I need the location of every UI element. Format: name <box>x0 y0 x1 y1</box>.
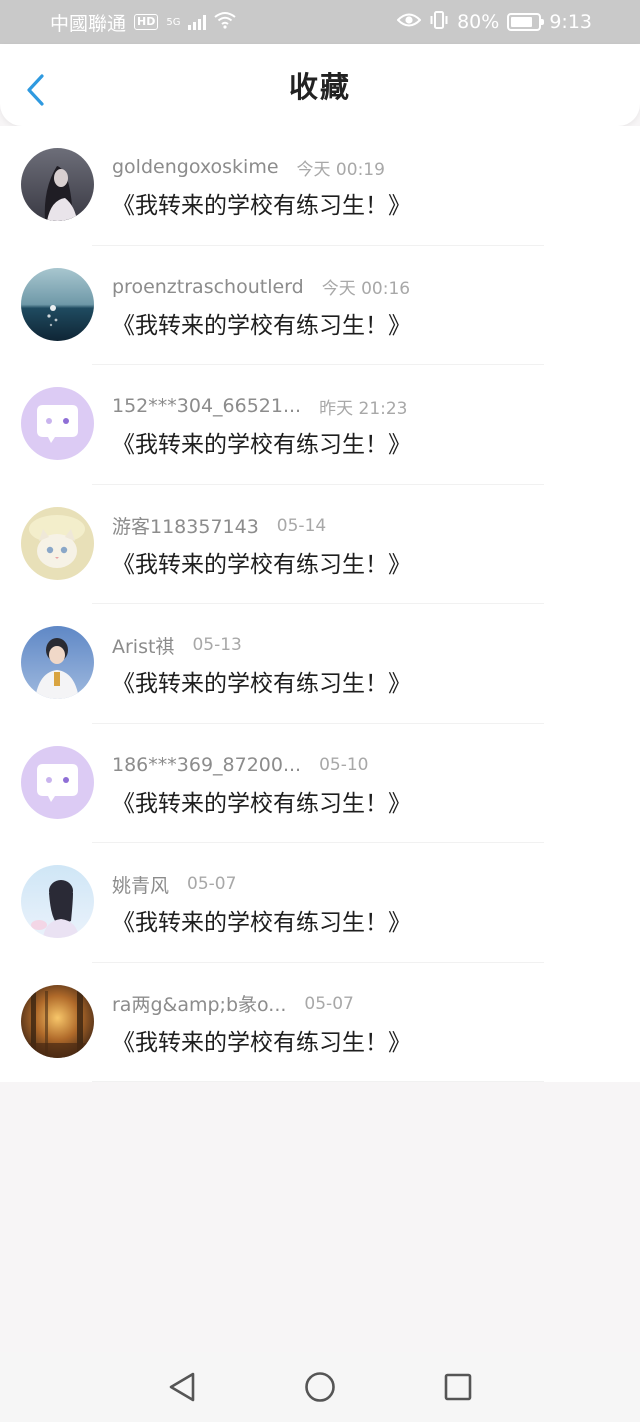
author-name: ra两g&amp;b彖o... <box>112 994 287 1016</box>
book-title: 《我转来的学校有练习生！》 <box>112 312 411 339</box>
avatar[interactable] <box>21 387 94 460</box>
list-item[interactable]: proenztraschoutlerd 今天 00:16 《我转来的学校有练习生！》 <box>0 246 640 365</box>
avatar[interactable] <box>21 148 94 221</box>
author-name: goldengoxoskime <box>112 156 279 178</box>
book-title: 《我转来的学校有练习生！》 <box>112 790 411 817</box>
author-name: proenztraschoutlerd <box>112 275 304 298</box>
clock: 9:13 <box>549 11 592 33</box>
wifi-icon <box>214 11 237 34</box>
item-meta: ra两g&amp;b彖o... 05-07 <box>112 992 354 1017</box>
avatar[interactable] <box>21 626 94 699</box>
timestamp: 今天 00:16 <box>321 279 411 299</box>
avatar[interactable] <box>21 745 94 819</box>
item-meta: 姚青风 05-07 <box>112 872 237 897</box>
book-title: 《我转来的学校有练习生！》 <box>112 671 411 697</box>
hd-badge: HD <box>134 14 159 30</box>
book-title: 《我转来的学校有练习生！》 <box>112 910 411 936</box>
network-label: 5G <box>166 16 181 28</box>
nav-home-button[interactable] <box>298 1365 342 1409</box>
divider <box>92 1081 544 1082</box>
timestamp: 05-14 <box>276 515 327 536</box>
system-nav-bar <box>0 1352 640 1422</box>
list-item[interactable]: 186***369_87200... 05-10 《我转来的学校有练习生！》 <box>0 724 640 843</box>
circle-home-icon <box>305 1372 335 1402</box>
item-meta: 186***369_87200... 05-10 <box>112 753 369 777</box>
item-meta: 游客118357143 05-14 <box>112 514 327 539</box>
avatar[interactable] <box>21 506 94 580</box>
item-meta: 152***304_66521... 昨天 21:23 <box>112 394 408 419</box>
chevron-left-icon <box>27 74 44 106</box>
eye-icon <box>396 11 422 33</box>
timestamp: 昨天 21:23 <box>319 398 408 419</box>
book-title: 《我转来的学校有练习生！》 <box>112 432 411 458</box>
nav-recents-button[interactable] <box>436 1365 480 1409</box>
item-meta: goldengoxoskime 今天 00:19 <box>112 155 385 180</box>
square-recents-icon <box>444 1373 472 1401</box>
battery-fill <box>511 17 533 27</box>
book-title: 《我转来的学校有练习生！》 <box>112 551 411 578</box>
battery-percent: 80% <box>457 11 500 33</box>
vibrate-icon <box>429 10 449 35</box>
list-item[interactable]: 152***304_66521... 昨天 21:23 《我转来的学校有练习生！》 <box>0 365 640 485</box>
back-button[interactable] <box>20 72 50 108</box>
carrier-label: 中國聯通 <box>50 12 127 35</box>
item-meta: Arist祺 05-13 <box>112 633 242 658</box>
signal-icon <box>188 14 207 30</box>
avatar[interactable] <box>21 267 94 341</box>
status-bar: 中國聯通 HD 5G 80% 9:13 <box>0 0 640 44</box>
author-name: 152***304_66521... <box>112 395 302 417</box>
list-item[interactable]: Arist祺 05-13 《我转来的学校有练习生！》 <box>0 604 640 724</box>
nav-back-button[interactable] <box>160 1365 204 1409</box>
item-meta: proenztraschoutlerd 今天 00:16 <box>112 275 411 300</box>
timestamp: 05-07 <box>187 874 237 894</box>
author-name: Arist祺 <box>112 635 175 658</box>
app-header: 收藏 <box>0 44 640 126</box>
timestamp: 今天 00:19 <box>296 159 385 180</box>
author-name: 游客118357143 <box>112 516 259 538</box>
book-title: 《我转来的学校有练习生！》 <box>112 193 411 219</box>
author-name: 姚青风 <box>112 874 170 897</box>
page-title: 收藏 <box>288 70 351 104</box>
timestamp: 05-07 <box>304 993 354 1014</box>
status-left: 中國聯通 HD 5G <box>50 9 237 36</box>
author-name: 186***369_87200... <box>112 753 302 776</box>
list-item[interactable]: goldengoxoskime 今天 00:19 《我转来的学校有练习生！》 <box>0 126 640 246</box>
list-item[interactable]: 姚青风 05-07 《我转来的学校有练习生！》 <box>0 843 640 963</box>
book-title: 《我转来的学校有练习生！》 <box>112 1029 411 1056</box>
timestamp: 05-13 <box>192 635 242 655</box>
triangle-back-icon <box>169 1372 195 1402</box>
timestamp: 05-10 <box>319 754 369 775</box>
favorites-list: goldengoxoskime 今天 00:19 《我转来的学校有练习生！》 proe… <box>0 126 640 1082</box>
avatar[interactable] <box>21 865 94 938</box>
avatar[interactable] <box>21 984 94 1058</box>
status-right: 80% 9:13 <box>396 10 592 35</box>
list-item[interactable]: ra两g&amp;b彖o... 05-07 《我转来的学校有练习生！》 <box>0 963 640 1082</box>
list-item[interactable]: 游客118357143 05-14 《我转来的学校有练习生！》 <box>0 485 640 604</box>
battery-icon <box>507 13 545 31</box>
